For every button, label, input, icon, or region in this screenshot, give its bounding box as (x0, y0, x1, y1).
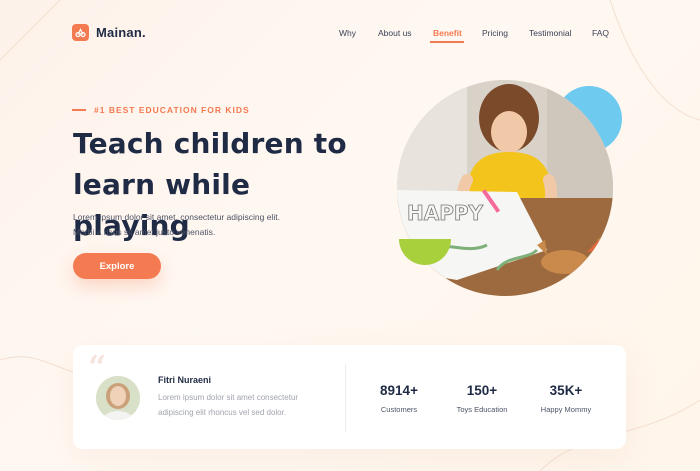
stat-toys-education: 150+ Toys Education (448, 383, 516, 414)
brand-logo[interactable]: Mainan. (72, 24, 146, 41)
avatar (96, 376, 140, 420)
stat-label: Customers (380, 405, 418, 414)
eyebrow-line (72, 109, 86, 111)
card-divider (345, 364, 346, 432)
testimonial-name: Fitri Nuraeni (158, 375, 212, 385)
stat-label: Toys Education (456, 405, 508, 414)
nav-item-benefit[interactable]: Benefit (433, 28, 462, 38)
stat-customers: 8914+ Customers (370, 383, 428, 414)
headline-line-1: Teach children to (73, 127, 347, 160)
stat-value: 35K+ (549, 383, 583, 398)
explore-button[interactable]: Explore (73, 253, 161, 279)
logo-icon (72, 24, 89, 41)
active-nav-indicator (430, 41, 464, 43)
testimonial-text-line-2: adipiscing elit rhoncus vel sed dolor. (158, 408, 287, 417)
nav-item-faq[interactable]: FAQ (592, 28, 609, 38)
description-line-2: Morbi a risus sit amet justo venenatis. (73, 227, 216, 237)
stat-value: 8914+ (380, 383, 418, 398)
nav-item-about-us[interactable]: About us (378, 28, 412, 38)
brand-name: Mainan. (96, 25, 146, 40)
nav-item-pricing[interactable]: Pricing (482, 28, 508, 38)
nav-item-why[interactable]: Why (339, 28, 356, 38)
stat-happy-mommy: 35K+ Happy Mommy (534, 383, 598, 414)
testimonial-text: Lorem ipsum dolor sit amet consectetur a… (158, 390, 338, 420)
hero-description: Lorem ipsum dolor sit amet, consectetur … (73, 210, 333, 240)
hero-eyebrow: #1 BEST EDUCATION FOR KIDS (72, 105, 250, 115)
svg-text:HAPPY: HAPPY (407, 201, 484, 225)
eyebrow-text: #1 BEST EDUCATION FOR KIDS (94, 105, 250, 115)
nav-item-testimonial[interactable]: Testimonial (529, 28, 572, 38)
stat-value: 150+ (466, 383, 498, 398)
description-line-1: Lorem ipsum dolor sit amet, consectetur … (73, 212, 280, 222)
stat-label: Happy Mommy (540, 405, 592, 414)
testimonial-text-line-1: Lorem ipsum dolor sit amet consectetur (158, 393, 299, 402)
